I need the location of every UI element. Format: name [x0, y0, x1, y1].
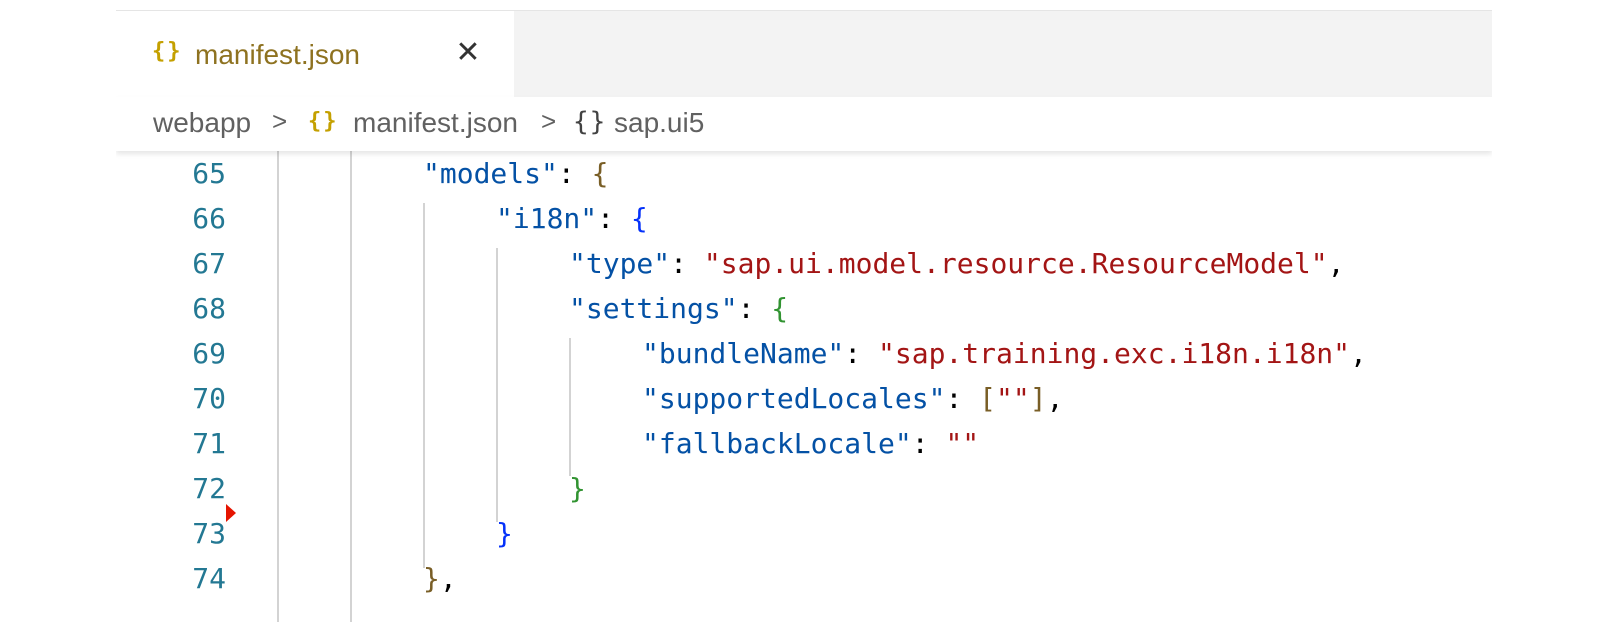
- code-line-69: "bundleName": "sap.training.exc.i18n.i18…: [642, 331, 1367, 376]
- json-string: "sap.ui.model.resource.ResourceModel": [703, 247, 1328, 280]
- code-line-66: "i18n": {: [496, 196, 648, 241]
- code-area[interactable]: 65 66 67 68 69 70 71 72 73 74 "models": …: [116, 151, 1492, 622]
- code-line-65: "models": {: [423, 151, 608, 196]
- line-number: 66: [192, 202, 226, 235]
- json-comma: ,: [439, 562, 457, 595]
- object-symbol-icon: {}: [573, 107, 607, 137]
- code-editor[interactable]: {} manifest.json ✕ webapp > {} manifest.…: [116, 10, 1492, 622]
- json-brace: {: [591, 157, 609, 190]
- code-line-67: "type": "sap.ui.model.resource.ResourceM…: [569, 241, 1344, 286]
- json-colon: :: [737, 292, 772, 325]
- json-key: "supportedLocales": [642, 382, 946, 415]
- line-number: 73: [192, 517, 226, 550]
- json-colon: :: [945, 382, 980, 415]
- code-line-71: "fallbackLocale": "": [642, 421, 979, 466]
- code-line-68: "settings": {: [569, 286, 788, 331]
- json-file-icon: {}: [152, 39, 183, 64]
- chevron-right-icon: >: [541, 106, 557, 136]
- json-brace: }: [569, 472, 586, 505]
- code-line-70: "supportedLocales": [""],: [642, 376, 1063, 421]
- json-brace: }: [423, 562, 440, 595]
- json-colon: :: [844, 337, 879, 370]
- indent-guide: [496, 248, 498, 522]
- json-key: "bundleName": [642, 337, 845, 370]
- code-line-72: }: [569, 466, 586, 511]
- line-number: 74: [192, 562, 226, 595]
- json-colon: :: [597, 202, 631, 235]
- code-line-73: }: [496, 511, 513, 556]
- json-colon: :: [557, 157, 592, 190]
- indent-guide: [277, 151, 279, 622]
- close-icon[interactable]: ✕: [449, 33, 487, 71]
- json-key: "type": [569, 247, 671, 280]
- json-key: "fallbackLocale": [642, 427, 912, 460]
- json-key: "settings": [569, 292, 738, 325]
- indent-guide: [423, 203, 425, 568]
- line-number: 70: [192, 382, 226, 415]
- breadcrumb: webapp > {} manifest.json > {} sap.ui5: [116, 97, 1492, 151]
- line-number: 72: [192, 472, 226, 505]
- code-line-74: },: [423, 556, 457, 601]
- json-bracket: [: [979, 382, 997, 415]
- json-comma: ,: [1046, 382, 1064, 415]
- json-key: "models": [423, 157, 558, 190]
- breadcrumb-item-manifest-json[interactable]: manifest.json: [353, 107, 518, 139]
- json-comma: ,: [1327, 247, 1345, 280]
- json-string: "sap.training.exc.i18n.i18n": [878, 337, 1351, 370]
- json-colon: :: [911, 427, 946, 460]
- breadcrumb-item-sap-ui5[interactable]: sap.ui5: [614, 107, 704, 139]
- tab-bar: {} manifest.json ✕: [116, 11, 1492, 97]
- line-number: 69: [192, 337, 226, 370]
- tab-manifest-json[interactable]: {} manifest.json ✕: [116, 11, 514, 97]
- json-brace: }: [496, 517, 513, 550]
- json-key: "i18n": [496, 202, 598, 235]
- breadcrumb-item-webapp[interactable]: webapp: [153, 107, 251, 139]
- json-string: "": [945, 427, 980, 460]
- chevron-right-icon: >: [272, 106, 288, 136]
- json-string: "": [996, 382, 1030, 415]
- json-comma: ,: [1350, 337, 1367, 370]
- json-colon: :: [670, 247, 704, 280]
- indent-guide: [569, 338, 571, 476]
- json-bracket: ]: [1029, 382, 1047, 415]
- json-file-icon: {}: [308, 109, 339, 134]
- line-number: 68: [192, 292, 226, 325]
- line-number: 67: [192, 247, 226, 280]
- breakpoint-marker-icon[interactable]: [226, 504, 236, 522]
- indent-guide: [350, 151, 352, 622]
- tab-label: manifest.json: [195, 39, 360, 70]
- line-number: 65: [192, 157, 226, 190]
- json-brace: {: [771, 292, 789, 325]
- line-number: 71: [192, 427, 226, 460]
- json-brace: {: [630, 202, 648, 235]
